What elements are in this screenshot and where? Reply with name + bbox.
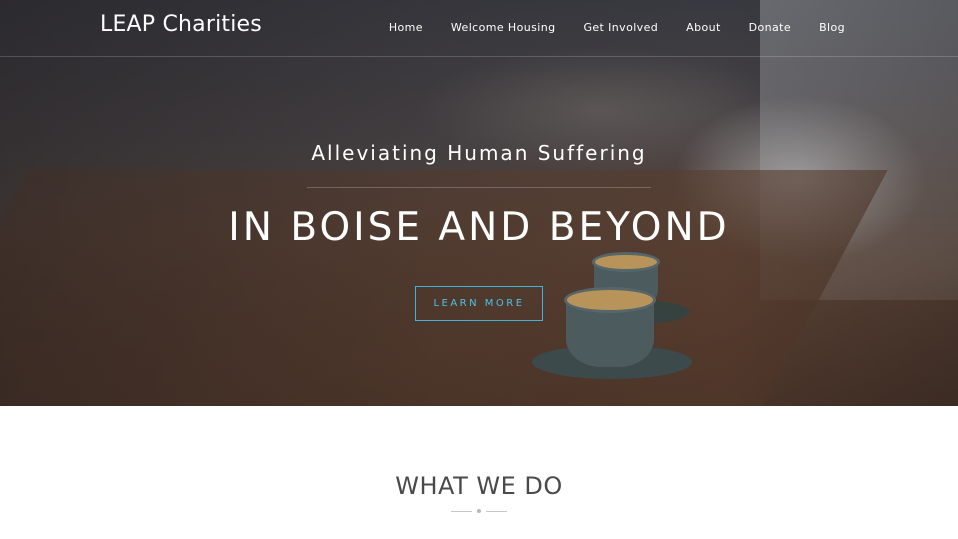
nav-item-about[interactable]: About <box>686 21 721 34</box>
nav-item-donate[interactable]: Donate <box>749 21 791 34</box>
top-navigation-bar: LEAP Charities Home Welcome Housing Get … <box>0 0 958 57</box>
section-title: WHAT WE DO <box>395 472 563 500</box>
section-divider-ornament <box>451 509 507 514</box>
hero-divider <box>307 187 651 188</box>
ornament-dot-icon <box>477 509 481 513</box>
main-nav: Home Welcome Housing Get Involved About … <box>389 21 845 34</box>
hero-headline: IN BOISE AND BEYOND <box>228 205 730 250</box>
what-we-do-section: WHAT WE DO <box>0 406 958 539</box>
hero-banner: LEAP Charities Home Welcome Housing Get … <box>0 0 958 406</box>
hero-tagline: Alleviating Human Suffering <box>311 141 647 165</box>
nav-item-blog[interactable]: Blog <box>819 21 845 34</box>
nav-item-welcome-housing[interactable]: Welcome Housing <box>451 21 556 34</box>
learn-more-button[interactable]: LEARN MORE <box>415 286 543 321</box>
nav-item-get-involved[interactable]: Get Involved <box>583 21 658 34</box>
site-logo[interactable]: LEAP Charities <box>100 12 262 37</box>
coffee-cup-image-front <box>532 285 692 395</box>
hero-overlay <box>0 0 958 406</box>
nav-item-home[interactable]: Home <box>389 21 423 34</box>
